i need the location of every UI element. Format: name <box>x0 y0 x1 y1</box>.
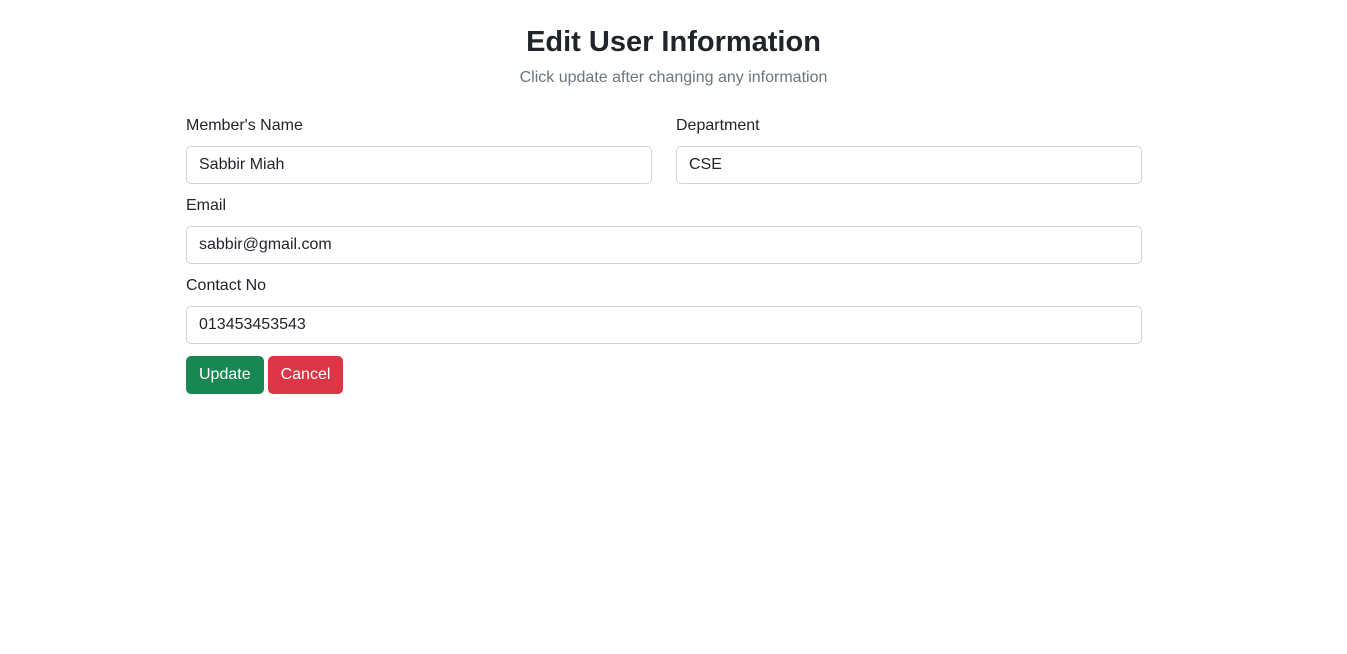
form-actions: Update Cancel <box>186 356 1142 394</box>
cancel-button[interactable]: Cancel <box>267 356 344 394</box>
name-group: Member's Name <box>186 116 652 184</box>
contact-input[interactable] <box>186 306 1142 344</box>
department-input[interactable] <box>676 146 1142 184</box>
email-input[interactable] <box>186 226 1142 264</box>
page-subtitle: Click update after changing any informat… <box>519 69 828 86</box>
name-department-row: Member's Name Department <box>186 116 1142 196</box>
name-label: Member's Name <box>186 117 303 134</box>
edit-user-form: Member's Name Department Email Contact N… <box>186 116 1142 394</box>
contact-group: Contact No <box>186 276 1142 344</box>
email-group: Email <box>186 196 1142 264</box>
update-button[interactable]: Update <box>186 356 264 394</box>
contact-label: Contact No <box>186 277 267 294</box>
page-header: Edit User Information Click update after… <box>0 24 1347 88</box>
email-label: Email <box>186 197 227 214</box>
edit-user-page: Edit User Information Click update after… <box>0 0 1347 654</box>
page-title: Edit User Information <box>526 26 821 58</box>
name-input[interactable] <box>186 146 652 184</box>
department-group: Department <box>676 116 1142 184</box>
department-label: Department <box>676 117 760 134</box>
